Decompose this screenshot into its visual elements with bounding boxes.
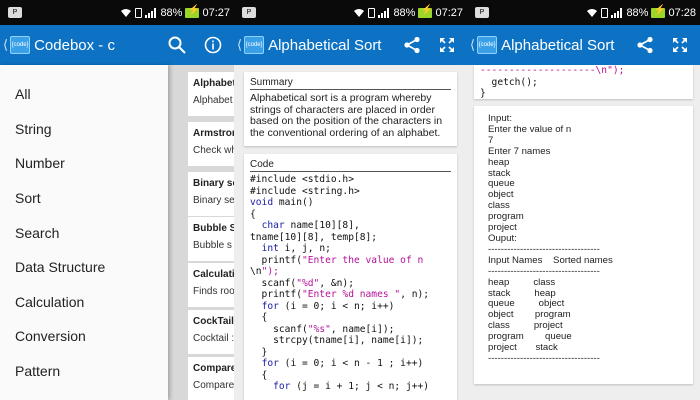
code-card: --------------------\n"); getch(); } [474,65,693,99]
program-card-title: Compare [193,363,234,374]
app-logo-icon: {code} [477,36,498,54]
program-card[interactable]: Alphabet Alphabet [188,72,234,116]
share-icon[interactable] [403,36,421,54]
battery-percent: 88% [626,6,649,19]
battery-icon [651,5,666,18]
app-logo-icon: {code} [10,36,31,54]
program-card[interactable]: Armstror Check wh [188,122,234,166]
program-card-description: Bubble s [193,240,232,251]
drawer-item-pattern[interactable]: Pattern [0,354,168,389]
program-card-title: Binary se [193,178,234,189]
summary-card: Summary Alphabetical sort is a program w… [244,72,457,146]
search-icon[interactable] [168,36,186,54]
back-arrow-icon[interactable]: ⟨ [3,37,8,53]
battery-percent: 88% [393,6,416,19]
program-card-title: CockTail [193,316,234,327]
program-card-description: Binary se [193,195,234,206]
drawer-item-search[interactable]: Search [0,215,168,250]
battery-icon [418,5,433,18]
drawer-item-all[interactable]: All [0,77,168,112]
summary-heading: Summary [250,72,451,90]
program-card[interactable]: Bubble S Bubble s [188,217,234,261]
output-card: Input: Enter the value of n 7 Enter 7 na… [474,106,693,384]
info-icon[interactable] [204,36,222,54]
drawer-item-conversion[interactable]: Conversion [0,319,168,354]
notification-icon: P [475,7,489,18]
back-arrow-icon[interactable]: ⟨ [470,37,475,53]
drawer-item-number[interactable]: Number [0,146,168,181]
source-code-tail: --------------------\n"); getch(); } [480,65,625,99]
status-bar: P 88% 07:27 [234,0,467,25]
clock: 07:27 [435,6,463,19]
drawer-item-string[interactable]: String [0,112,168,147]
toolbar-title: Alphabetical Sort [501,36,615,54]
code-card: Code #include <stdio.h> #include <string… [244,154,457,400]
source-code: #include <stdio.h> #include <string.h> v… [250,174,430,392]
signal-icon [611,7,623,18]
program-list: Alphabet Alphabet Armstror Check wh Bina… [168,65,234,400]
drawer-item-sort[interactable]: Sort [0,181,168,216]
program-card[interactable]: CockTail Cocktail : [188,310,234,354]
program-detail-screen: P 88% 07:27 ⟨ {code} Alphabetical Sort S… [234,0,467,400]
codebox-home-screen: P 88% 07:27 ⟨ {code} Codebox - c All Str… [0,0,234,400]
program-card-description: Check wh [193,145,234,156]
notification-icon: P [242,7,256,18]
app-logo-icon: {code} [244,36,265,54]
sim-icon [368,7,376,18]
program-card-description: Alphabet [193,95,233,106]
sim-icon [135,7,143,18]
toolbar-title: Alphabetical Sort [268,36,382,54]
drawer-item-calculation[interactable]: Calculation [0,285,168,320]
signal-icon [378,7,390,18]
status-bar: P 88% 07:28 [467,0,700,25]
toolbar-title: Codebox - c [34,36,115,54]
fullscreen-icon[interactable] [672,37,688,53]
wifi-icon [121,8,132,17]
program-output-screen: P 88% 07:28 ⟨ {code} Alphabetical Sort -… [467,0,700,400]
program-card[interactable]: Binary se Binary se [188,172,234,216]
battery-percent: 88% [160,6,183,19]
back-arrow-icon[interactable]: ⟨ [237,37,242,53]
wifi-icon [587,8,598,17]
program-card-title: Calculati [193,269,234,280]
fullscreen-icon[interactable] [439,37,455,53]
share-icon[interactable] [636,36,654,54]
status-bar: P 88% 07:27 [0,0,234,25]
notification-icon: P [8,7,22,18]
program-card-title: Bubble S [193,223,234,234]
program-card-description: Finds roo [193,286,234,297]
app-toolbar: ⟨ {code} Codebox - c [0,25,234,65]
category-drawer: All String Number Sort Search Data Struc… [0,65,168,400]
clock: 07:28 [668,6,696,19]
program-card-description: Cocktail : [193,333,234,344]
sim-icon [601,7,609,18]
program-card[interactable]: Calculati Finds roo [188,263,234,307]
battery-icon [185,5,200,18]
program-card-title: Alphabet [193,78,234,89]
program-card-description: Compare [193,380,234,391]
app-toolbar: ⟨ {code} Alphabetical Sort [467,25,700,65]
program-card-title: Armstror [193,128,234,139]
clock: 07:27 [202,6,230,19]
code-heading: Code [250,154,451,172]
app-toolbar: ⟨ {code} Alphabetical Sort [234,25,467,65]
sample-output: Input: Enter the value of n 7 Enter 7 na… [488,113,613,364]
signal-icon [145,7,157,18]
summary-text: Alphabetical sort is a program whereby s… [250,92,443,139]
drawer-item-data-structure[interactable]: Data Structure [0,250,168,285]
program-card[interactable]: Compare Compare [188,357,234,400]
wifi-icon [354,8,365,17]
